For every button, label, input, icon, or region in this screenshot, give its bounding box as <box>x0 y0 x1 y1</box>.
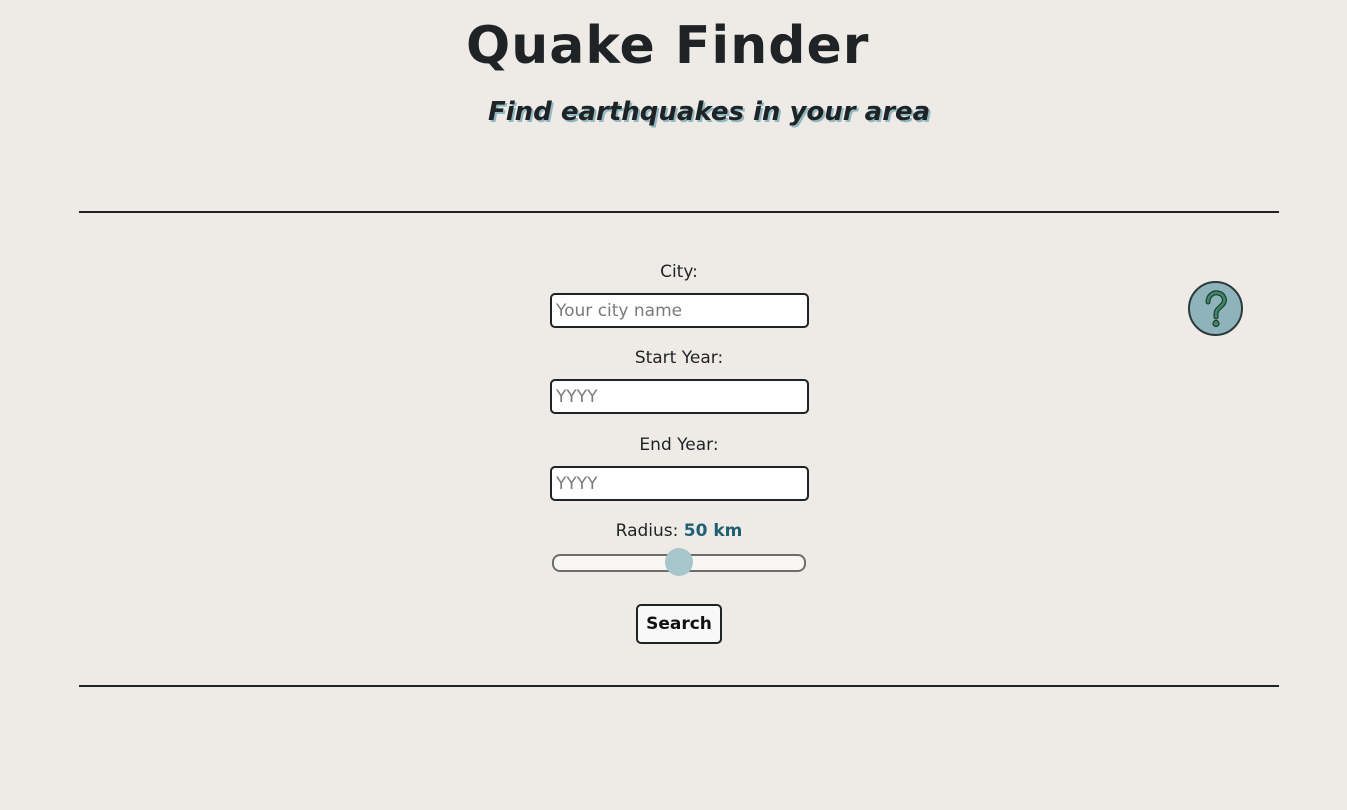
start-year-label: Start Year: <box>634 348 724 368</box>
app-subtitle: Find earthquakes in your area <box>488 97 931 127</box>
radius-label-row: Radius: 50 km <box>549 519 809 543</box>
radius-label: Radius: <box>615 521 679 541</box>
start-year-input[interactable] <box>550 379 809 414</box>
end-year-input[interactable] <box>550 466 809 501</box>
city-input[interactable] <box>550 293 809 328</box>
radius-slider-thumb[interactable] <box>665 548 693 576</box>
radius-value: 50 km <box>683 521 743 541</box>
question-mark-icon <box>1205 290 1227 328</box>
top-divider <box>79 211 1279 213</box>
search-button[interactable]: Search <box>636 604 722 644</box>
help-button[interactable] <box>1188 281 1243 336</box>
app-title: Quake Finder <box>466 16 870 76</box>
city-label: City: <box>660 262 698 282</box>
bottom-divider <box>79 685 1279 687</box>
radius-slider[interactable] <box>552 548 806 576</box>
end-year-label: End Year: <box>639 435 719 455</box>
